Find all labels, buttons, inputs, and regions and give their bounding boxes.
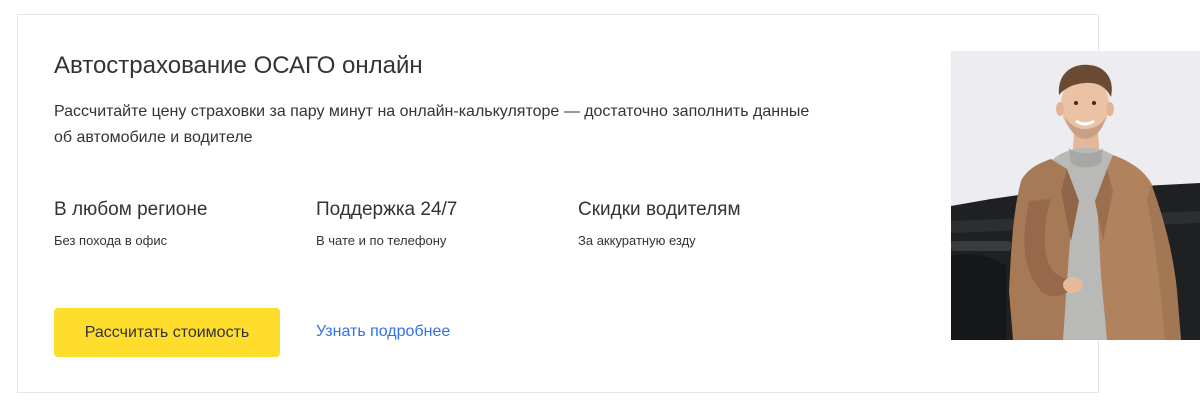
calculate-price-button[interactable]: Рассчитать стоимость bbox=[54, 308, 280, 357]
feature-support: Поддержка 24/7 В чате и по телефону bbox=[316, 198, 556, 248]
feature-title: В любом регионе bbox=[54, 199, 208, 220]
card-description: Рассчитайте цену страховки за пару минут… bbox=[54, 103, 810, 146]
promo-photo bbox=[951, 51, 1200, 340]
feature-title: Поддержка 24/7 bbox=[316, 199, 458, 220]
card-title: Автострахование ОСАГО онлайн bbox=[54, 52, 423, 79]
man-with-car-illustration bbox=[951, 51, 1200, 340]
learn-more-link[interactable]: Узнать подробнее bbox=[316, 323, 450, 341]
feature-region: В любом регионе Без похода в офис bbox=[54, 198, 294, 248]
feature-discounts: Скидки водителям За аккуратную езду bbox=[578, 198, 818, 248]
feature-title: Скидки водителям bbox=[578, 199, 741, 220]
feature-subtitle: Без похода в офис bbox=[54, 233, 168, 248]
feature-subtitle: В чате и по телефону bbox=[316, 233, 447, 248]
feature-subtitle: За аккуратную езду bbox=[578, 233, 696, 248]
